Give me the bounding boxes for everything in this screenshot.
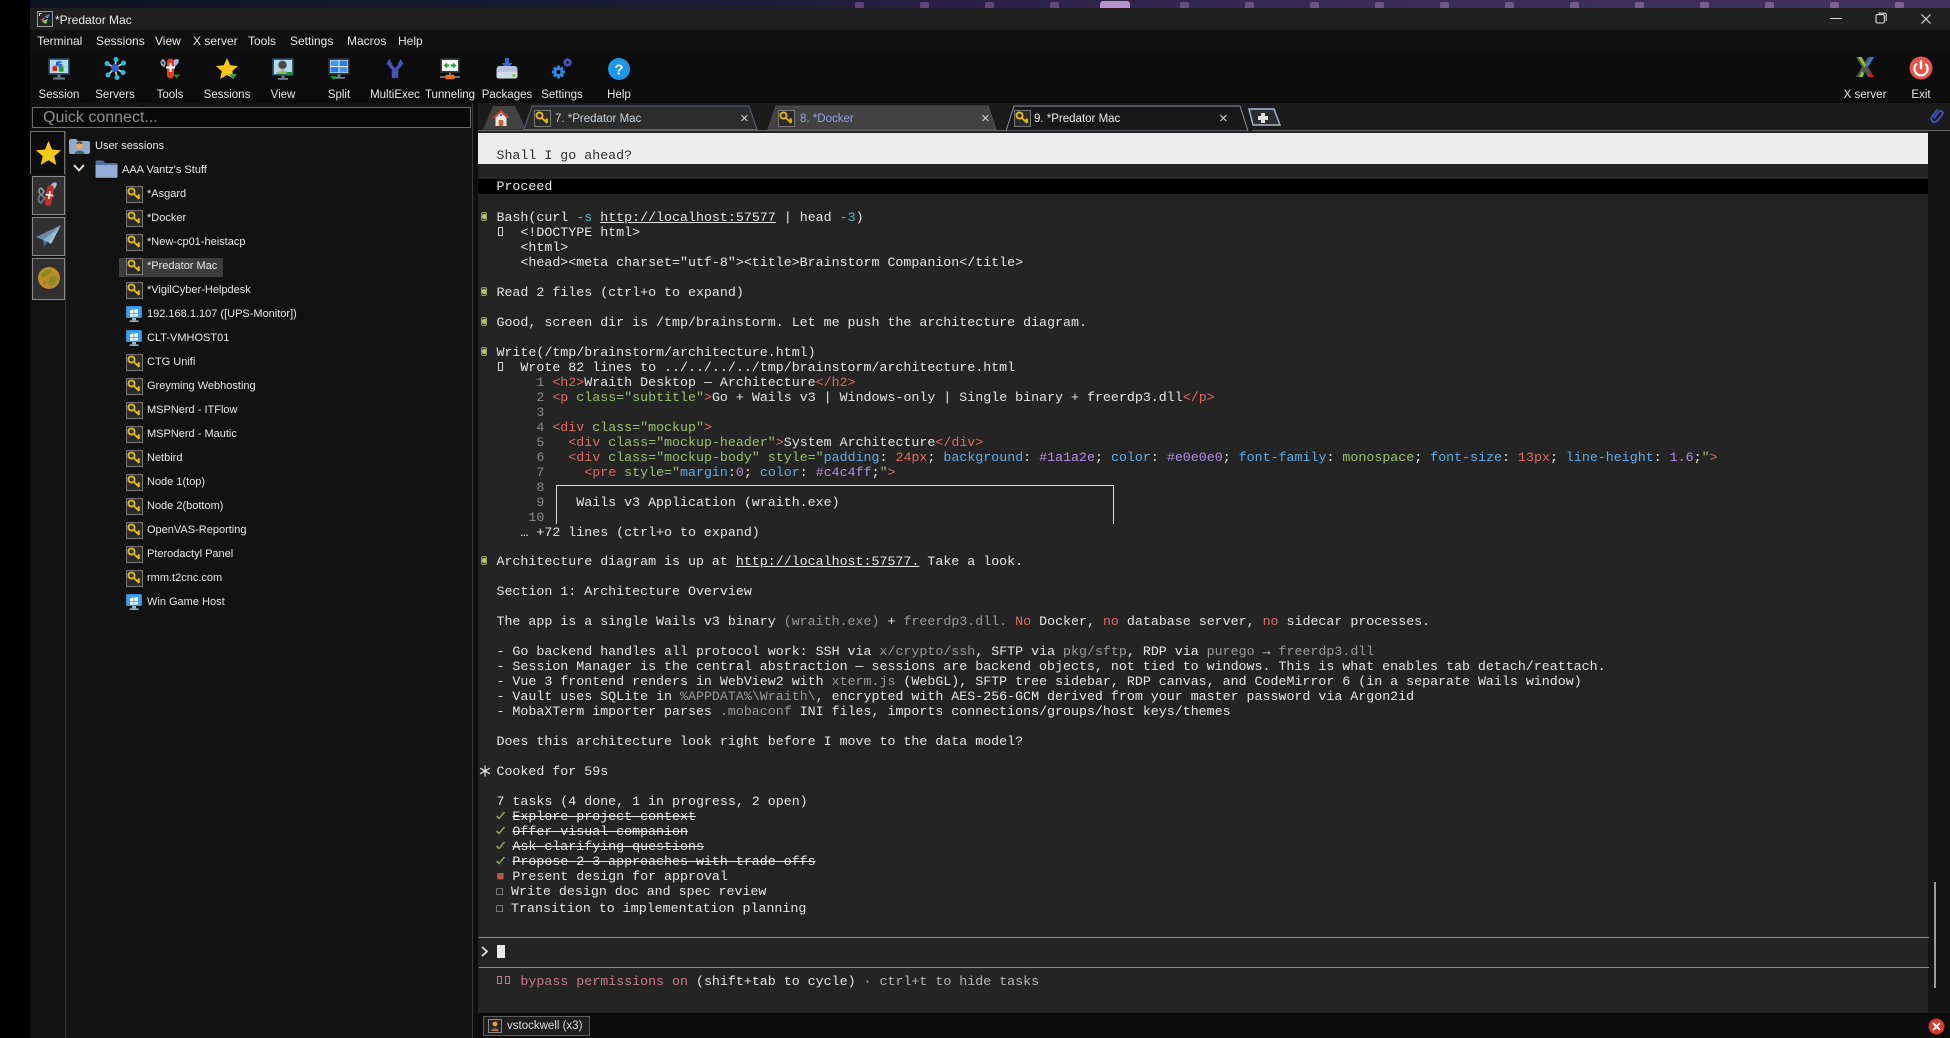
svg-text:?: ? [614,62,623,79]
